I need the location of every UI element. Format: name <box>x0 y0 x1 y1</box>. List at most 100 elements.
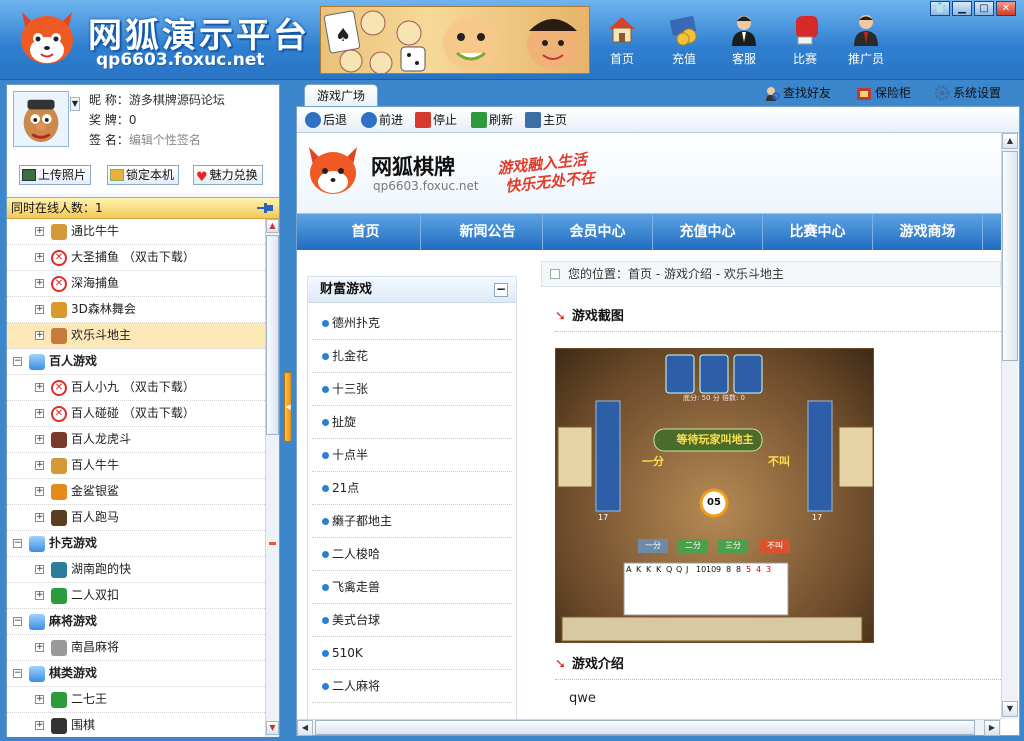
scroll-thumb[interactable] <box>266 235 279 435</box>
tree-group[interactable]: − 麻将游戏 <box>7 609 265 635</box>
wealth-game-link[interactable]: 扎金花 <box>312 340 512 373</box>
expand-toggle-icon[interactable]: + <box>35 305 44 314</box>
tree-game-item[interactable]: + ✕ 大圣捕鱼 （双击下载） <box>7 245 265 271</box>
tree-group[interactable]: − 百人游戏 <box>7 349 265 375</box>
site-nav-shop[interactable]: 游戏商场 <box>873 214 983 250</box>
expand-toggle-icon[interactable]: + <box>35 591 44 600</box>
avatar[interactable] <box>13 91 69 147</box>
topnav-service[interactable]: 客服 <box>714 12 774 67</box>
tree-game-item[interactable]: + 金鲨银鲨 <box>7 479 265 505</box>
tree-game-item[interactable]: + ✕ 百人小九 （双击下载） <box>7 375 265 401</box>
scroll-left-icon[interactable]: ◀ <box>297 720 313 736</box>
tree-game-item[interactable]: +3D森林舞会 <box>7 297 265 323</box>
minimize-icon[interactable]: ▁ <box>952 1 972 16</box>
upload-photo-button[interactable]: 上传照片 <box>19 165 92 185</box>
safe-icon <box>857 88 871 100</box>
page-hscroll-thumb[interactable] <box>315 720 975 735</box>
tree-game-item[interactable]: + 二七王 <box>7 687 265 713</box>
collapse-toggle-icon[interactable]: − <box>13 539 22 548</box>
safe-box-button[interactable]: 保险柜 <box>856 84 911 102</box>
refresh-button[interactable]: 刷新 <box>471 111 513 129</box>
expand-toggle-icon[interactable]: + <box>35 487 44 496</box>
panel-splitter[interactable]: ◀ <box>284 372 292 442</box>
scroll-up-icon[interactable]: ▲ <box>266 219 279 233</box>
game-screenshot[interactable]: 等待玩家叫地主 一分 不叫 05 底分: 50 分 倍数: 0 17 17 一分… <box>555 348 874 643</box>
site-nav-news[interactable]: 新闻公告 <box>433 214 543 250</box>
tab-game-plaza[interactable]: 游戏广场 <box>304 84 378 106</box>
system-settings-button[interactable]: 系统设置 <box>934 84 1001 102</box>
page-horizontal-scrollbar[interactable]: ◀ ▶ <box>297 719 1001 736</box>
wealth-game-link[interactable]: 21点 <box>312 472 512 505</box>
expand-toggle-icon[interactable]: + <box>35 435 44 444</box>
collapse-toggle-icon[interactable]: − <box>13 357 22 366</box>
tree-game-item[interactable]: + ✕ 深海捕鱼 <box>7 271 265 297</box>
tree-game-item[interactable]: + 百人龙虎斗 <box>7 427 265 453</box>
promo-banner[interactable]: ♠ <box>320 6 590 74</box>
avatar-dropdown-icon[interactable]: ▼ <box>70 97 80 111</box>
pin-icon[interactable] <box>257 202 273 214</box>
tree-game-item[interactable]: + 南昌麻将 <box>7 635 265 661</box>
wealth-game-link[interactable]: 美式台球 <box>312 604 512 637</box>
topnav-home[interactable]: 首页 <box>592 12 652 67</box>
expand-toggle-icon[interactable]: + <box>35 565 44 574</box>
skin-icon[interactable]: 👕 <box>930 1 950 16</box>
charm-exchange-button[interactable]: ♥ 魅力兑换 <box>193 165 263 185</box>
site-nav-member[interactable]: 会员中心 <box>543 214 653 250</box>
find-friend-button[interactable]: 查找好友 <box>764 84 831 102</box>
tree-game-item[interactable]: + 围棋 <box>7 713 265 737</box>
expand-toggle-icon[interactable]: + <box>35 695 44 704</box>
wealth-game-link[interactable]: 二人梭哈 <box>312 538 512 571</box>
expand-toggle-icon[interactable]: + <box>35 643 44 652</box>
topnav-recharge[interactable]: 充值 <box>654 12 714 67</box>
scroll-up-icon[interactable]: ▲ <box>1002 133 1018 149</box>
maximize-icon[interactable]: □ <box>974 1 994 16</box>
site-nav-recharge[interactable]: 充值中心 <box>653 214 763 250</box>
expand-toggle-icon[interactable]: + <box>35 253 44 262</box>
collapse-button[interactable]: − <box>494 283 508 297</box>
tree-game-item[interactable]: + 百人牛牛 <box>7 453 265 479</box>
close-icon[interactable]: ✕ <box>996 1 1016 16</box>
lock-machine-button[interactable]: 锁定本机 <box>107 165 180 185</box>
collapse-toggle-icon[interactable]: − <box>13 617 22 626</box>
expand-toggle-icon[interactable]: + <box>35 461 44 470</box>
tree-scrollbar[interactable]: ▲ ▼ <box>265 219 279 737</box>
page-vertical-scrollbar[interactable]: ▲ ▼ <box>1001 133 1018 719</box>
expand-toggle-icon[interactable]: + <box>35 227 44 236</box>
expand-toggle-icon[interactable]: + <box>35 331 44 340</box>
wealth-game-link[interactable]: 癞子都地主 <box>312 505 512 538</box>
tree-game-item[interactable]: + 通比牛牛 <box>7 219 265 245</box>
tree-game-item[interactable]: + 湖南跑的快 <box>7 557 265 583</box>
tree-game-item[interactable]: + 二人双扣 <box>7 583 265 609</box>
scroll-down-icon[interactable]: ▼ <box>266 721 279 735</box>
home-button[interactable]: 主页 <box>525 111 567 129</box>
stop-button[interactable]: 停止 <box>415 111 457 129</box>
wealth-game-link[interactable]: 十点半 <box>312 439 512 472</box>
tree-group[interactable]: − 棋类游戏 <box>7 661 265 687</box>
tree-group[interactable]: − 扑克游戏 <box>7 531 265 557</box>
signature-field[interactable]: 编辑个性签名 <box>129 133 201 147</box>
wealth-game-link[interactable]: 德州扑克 <box>312 307 512 340</box>
collapse-toggle-icon[interactable]: − <box>13 669 22 678</box>
expand-toggle-icon[interactable]: + <box>35 409 44 418</box>
expand-toggle-icon[interactable]: + <box>35 513 44 522</box>
wealth-game-link[interactable]: 十三张 <box>312 373 512 406</box>
expand-toggle-icon[interactable]: + <box>35 279 44 288</box>
wealth-game-link[interactable]: 扯旋 <box>312 406 512 439</box>
topnav-promoter[interactable]: 推广员 <box>836 12 896 67</box>
forward-button[interactable]: 前进 <box>361 111 403 129</box>
tree-game-item[interactable]: + 百人跑马 <box>7 505 265 531</box>
topnav-match[interactable]: 比赛 <box>775 12 835 67</box>
wealth-game-link[interactable]: 510K <box>312 637 512 670</box>
expand-toggle-icon[interactable]: + <box>35 383 44 392</box>
wealth-game-link[interactable]: 二人麻将 <box>312 670 512 703</box>
site-nav-match[interactable]: 比赛中心 <box>763 214 873 250</box>
wealth-game-link[interactable]: 飞禽走兽 <box>312 571 512 604</box>
page-scroll-thumb[interactable] <box>1002 151 1018 361</box>
scroll-right-icon[interactable]: ▶ <box>984 720 1000 736</box>
site-nav-home[interactable]: 首页 <box>311 214 421 250</box>
expand-toggle-icon[interactable]: + <box>35 721 44 730</box>
tree-game-item[interactable]: + ✕ 百人碰碰 （双击下载） <box>7 401 265 427</box>
tree-game-item[interactable]: + 欢乐斗地主 <box>7 323 265 349</box>
back-button[interactable]: 后退 <box>305 111 347 129</box>
scroll-down-icon[interactable]: ▼ <box>1002 701 1018 717</box>
